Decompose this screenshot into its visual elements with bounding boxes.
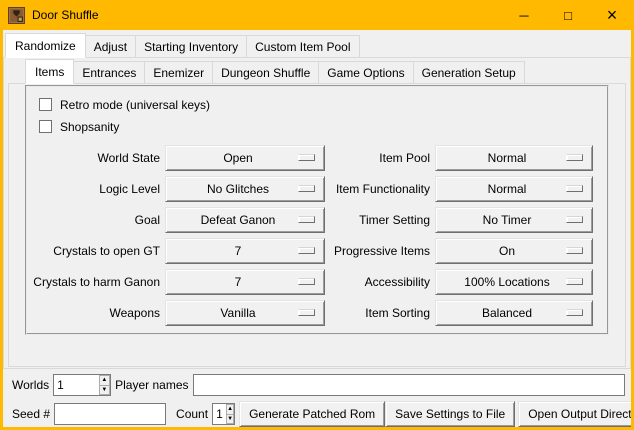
worlds-spin-arrows: ▲ ▼ [99,375,111,395]
tab-dungeon-shuffle[interactable]: Dungeon Shuffle [212,61,319,84]
crystals-gt-dropdown[interactable]: 7 [165,238,325,264]
sub-tab-bar: Items Entrances Enemizer Dungeon Shuffle… [25,59,630,84]
player-names-input[interactable] [193,374,626,396]
titlebar: Door Shuffle ─ □ × [0,0,634,30]
retro-mode-checkbox[interactable] [39,98,52,111]
goal-dropdown[interactable]: Defeat Ganon [165,207,325,233]
tab-custom-item-pool[interactable]: Custom Item Pool [246,35,359,58]
accessibility-label: Accessibility [330,275,430,289]
progressive-items-label: Progressive Items [330,244,430,258]
window-controls: ─ □ × [502,0,634,30]
door-icon [8,7,25,24]
main-tab-bar: Randomize Adjust Starting Inventory Cust… [5,33,631,58]
maximize-icon[interactable]: □ [546,0,590,30]
generate-row: Seed # Count ▲ ▼ Generate Patched Rom Sa… [3,401,631,427]
dropdown-indicator-icon [298,247,315,254]
dropdown-indicator-icon [298,216,315,223]
tab-game-options[interactable]: Game Options [318,61,413,84]
count-spin-arrows: ▲ ▼ [226,404,234,424]
tab-enemizer[interactable]: Enemizer [144,61,213,84]
count-spinbox: ▲ ▼ [212,403,235,425]
worlds-label: Worlds [12,378,49,392]
multiworld-row: Worlds ▲ ▼ Player names [3,373,631,397]
accessibility-dropdown[interactable]: 100% Locations [435,269,593,295]
dropdown-indicator-icon [298,185,315,192]
tab-adjust[interactable]: Adjust [85,35,136,58]
items-page: Retro mode (universal keys) Shopsanity W… [8,83,626,367]
tab-generation-setup[interactable]: Generation Setup [413,61,525,84]
spin-down-icon[interactable]: ▼ [99,385,111,396]
item-pool-dropdown[interactable]: Normal [435,145,593,171]
item-functionality-dropdown[interactable]: Normal [435,176,593,202]
weapons-label: Weapons [29,306,160,320]
seed-input[interactable] [54,403,166,425]
retro-mode-checkbox-row: Retro mode (universal keys) [39,95,607,114]
window-body: Randomize Adjust Starting Inventory Cust… [0,30,634,430]
progressive-items-dropdown[interactable]: On [435,238,593,264]
goal-label: Goal [29,213,160,227]
world-state-label: World State [29,151,160,165]
item-functionality-label: Item Functionality [330,182,430,196]
shopsanity-checkbox[interactable] [39,120,52,133]
retro-mode-label: Retro mode (universal keys) [60,98,210,112]
dropdown-indicator-icon [566,278,583,285]
worlds-input[interactable] [54,375,98,395]
item-sorting-dropdown[interactable]: Balanced [435,300,593,326]
options-grid: World State Open Item Pool Normal Logic … [27,139,607,329]
app-window: Door Shuffle ─ □ × Randomize Adjust Star… [0,0,634,430]
dropdown-indicator-icon [566,309,583,316]
logic-level-label: Logic Level [29,182,160,196]
tab-starting-inventory[interactable]: Starting Inventory [135,35,247,58]
save-settings-button[interactable]: Save Settings to File [385,401,515,427]
dropdown-indicator-icon [298,154,315,161]
dropdown-indicator-icon [566,247,583,254]
count-input[interactable] [213,404,226,424]
spin-up-icon[interactable]: ▲ [226,404,234,414]
worlds-spinbox: ▲ ▼ [53,374,111,396]
minimize-icon[interactable]: ─ [502,0,546,30]
timer-setting-label: Timer Setting [330,213,430,227]
window-title: Door Shuffle [32,8,99,22]
tab-items[interactable]: Items [25,59,74,84]
dropdown-indicator-icon [298,278,315,285]
world-state-dropdown[interactable]: Open [165,145,325,171]
dropdown-indicator-icon [566,154,583,161]
open-output-button[interactable]: Open Output Directory [518,401,634,427]
dropdown-indicator-icon [566,216,583,223]
weapons-dropdown[interactable]: Vanilla [165,300,325,326]
items-frame: Retro mode (universal keys) Shopsanity W… [25,85,609,335]
tab-entrances[interactable]: Entrances [73,61,145,84]
count-label: Count [176,407,208,421]
logic-level-dropdown[interactable]: No Glitches [165,176,325,202]
player-names-label: Player names [115,378,188,392]
generate-rom-button[interactable]: Generate Patched Rom [239,401,385,427]
crystals-gt-label: Crystals to open GT [29,244,160,258]
timer-setting-dropdown[interactable]: No Timer [435,207,593,233]
spin-up-icon[interactable]: ▲ [99,375,111,385]
dropdown-indicator-icon [566,185,583,192]
dropdown-indicator-icon [298,309,315,316]
close-icon[interactable]: × [590,0,634,30]
crystals-ganon-label: Crystals to harm Ganon [29,275,160,289]
crystals-ganon-dropdown[interactable]: 7 [165,269,325,295]
shopsanity-checkbox-row: Shopsanity [39,117,607,136]
item-sorting-label: Item Sorting [330,306,430,320]
randomize-page: Items Entrances Enemizer Dungeon Shuffle… [3,57,631,369]
tab-randomize[interactable]: Randomize [5,33,86,58]
shopsanity-label: Shopsanity [60,120,119,134]
seed-label: Seed # [12,407,50,421]
spin-down-icon[interactable]: ▼ [226,414,234,425]
item-pool-label: Item Pool [330,151,430,165]
